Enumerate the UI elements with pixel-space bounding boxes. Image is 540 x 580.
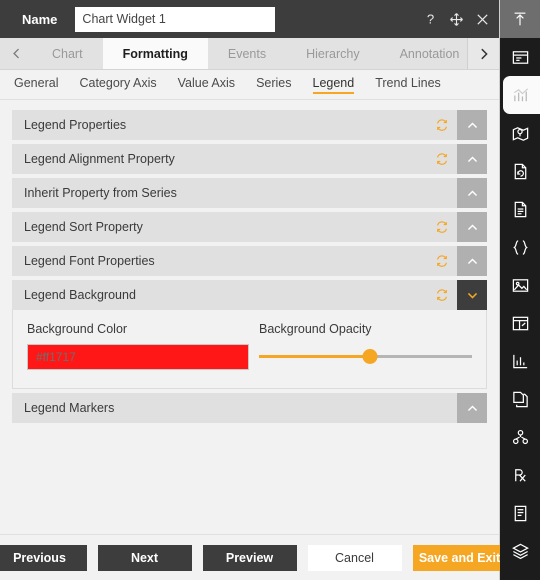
window-controls: ? <box>422 0 491 38</box>
background-color-input[interactable]: #ff1717 <box>27 344 249 370</box>
background-color-field: Background Color #ff1717 <box>27 322 259 370</box>
help-icon[interactable]: ? <box>422 11 439 28</box>
grid-icon[interactable] <box>500 570 540 580</box>
accordion-section-legend-alignment-property: Legend Alignment Property <box>12 144 487 174</box>
right-toolbar <box>500 0 540 580</box>
tab-formatting[interactable]: Formatting <box>102 38 208 69</box>
form-icon[interactable] <box>500 494 540 532</box>
chevron-up-icon[interactable] <box>457 178 487 208</box>
table-icon[interactable] <box>500 304 540 342</box>
tab-annotation[interactable]: Annotation <box>380 38 480 69</box>
accordion-title: Legend Alignment Property <box>24 152 175 166</box>
accordion-title: Inherit Property from Series <box>24 186 177 200</box>
hierarchy-icon[interactable] <box>500 418 540 456</box>
subtab-category-axis[interactable]: Category Axis <box>79 76 156 94</box>
image-icon[interactable] <box>500 266 540 304</box>
background-opacity-field: Background Opacity <box>259 322 472 370</box>
name-label: Name <box>22 11 58 27</box>
collapse-up-icon[interactable] <box>500 0 540 38</box>
accordion-header[interactable]: Legend Font Properties <box>12 246 487 276</box>
preview-button[interactable]: Preview <box>202 544 297 571</box>
previous-button[interactable]: Previous <box>0 544 87 571</box>
prescription-icon[interactable] <box>500 456 540 494</box>
tab-chart[interactable]: Chart <box>32 38 103 69</box>
reset-icon[interactable] <box>427 110 457 140</box>
legend-settings-body: Legend Properties Legend Alignment Prope… <box>0 100 499 534</box>
legend-accordion: Legend Properties Legend Alignment Prope… <box>12 110 487 423</box>
accordion-title: Legend Font Properties <box>24 254 155 268</box>
main-panel: Name ? <box>0 0 507 580</box>
reset-icon[interactable] <box>427 280 457 310</box>
title-bar: Name ? <box>0 0 499 38</box>
chevron-up-icon[interactable] <box>457 212 487 242</box>
reset-icon[interactable] <box>427 144 457 174</box>
accordion-header[interactable]: Inherit Property from Series <box>12 178 487 208</box>
chevron-down-icon[interactable] <box>457 280 487 310</box>
chevron-up-icon[interactable] <box>457 393 487 423</box>
subtab-series[interactable]: Series <box>256 76 291 94</box>
cancel-button[interactable]: Cancel <box>307 544 402 571</box>
accordion-section-inherit-property-from-series: Inherit Property from Series <box>12 178 487 208</box>
primary-tab-bar: Chart Formatting Events Hierarchy Annota… <box>0 38 499 70</box>
accordion-section-legend-sort-property: Legend Sort Property <box>12 212 487 242</box>
accordion-title: Legend Properties <box>24 118 127 132</box>
code-braces-icon[interactable] <box>500 228 540 266</box>
accordion-section-legend-properties: Legend Properties <box>12 110 487 140</box>
accordion-header[interactable]: Legend Alignment Property <box>12 144 487 174</box>
chart-icon[interactable] <box>503 76 540 114</box>
chevron-up-icon[interactable] <box>457 110 487 140</box>
move-icon[interactable] <box>448 11 465 28</box>
bar-graph-icon[interactable] <box>500 342 540 380</box>
accordion-header[interactable]: Legend Sort Property <box>12 212 487 242</box>
accordion-section-legend-font-properties: Legend Font Properties <box>12 246 487 276</box>
dialog-footer: Previous Next Preview Cancel Save and Ex… <box>0 534 507 580</box>
subtab-trend-lines[interactable]: Trend Lines <box>375 76 441 94</box>
tabs-scroll-left-button[interactable] <box>0 38 32 69</box>
accordion-header[interactable]: Legend Properties <box>12 110 487 140</box>
close-icon[interactable] <box>474 11 491 28</box>
background-opacity-label: Background Opacity <box>259 322 372 336</box>
accordion-header[interactable]: Legend Markers <box>12 393 487 423</box>
next-button[interactable]: Next <box>97 544 192 571</box>
subtab-legend[interactable]: Legend <box>312 76 355 94</box>
accordion-title: Legend Markers <box>24 401 115 415</box>
svg-text:?: ? <box>427 12 434 26</box>
tabs-container: Chart Formatting Events Hierarchy Annota… <box>32 38 467 69</box>
slider-thumb[interactable] <box>362 348 378 364</box>
background-color-label: Background Color <box>27 322 128 336</box>
subtab-general[interactable]: General <box>14 76 58 94</box>
accordion-title: Legend Sort Property <box>24 220 143 234</box>
tab-events[interactable]: Events <box>208 38 286 69</box>
document-refresh-icon[interactable] <box>500 152 540 190</box>
copy-page-icon[interactable] <box>500 380 540 418</box>
map-icon[interactable] <box>500 114 540 152</box>
save-and-exit-button[interactable]: Save and Exit <box>412 544 507 571</box>
widget-name-input[interactable] <box>75 6 276 32</box>
widget-configuration-dialog: Name ? <box>0 0 540 580</box>
chevron-up-icon[interactable] <box>457 144 487 174</box>
layers-icon[interactable] <box>500 532 540 570</box>
widget-panel-icon[interactable] <box>500 38 540 76</box>
document-icon[interactable] <box>500 190 540 228</box>
reset-icon[interactable] <box>427 246 457 276</box>
tabs-scroll-right-button[interactable] <box>467 38 499 69</box>
background-opacity-slider[interactable] <box>259 346 472 366</box>
formatting-subtab-bar: General Category Axis Value Axis Series … <box>0 70 499 100</box>
accordion-section-legend-background: Legend Background Background Color #ff17… <box>12 280 487 389</box>
accordion-title: Legend Background <box>24 288 136 302</box>
tab-hierarchy[interactable]: Hierarchy <box>286 38 380 69</box>
accordion-header[interactable]: Legend Background <box>12 280 487 310</box>
subtab-value-axis[interactable]: Value Axis <box>178 76 235 94</box>
chevron-up-icon[interactable] <box>457 246 487 276</box>
reset-icon[interactable] <box>427 212 457 242</box>
accordion-section-legend-markers: Legend Markers <box>12 393 487 423</box>
slider-fill <box>259 354 370 358</box>
legend-background-panel: Background Color #ff1717 Background Opac… <box>12 310 487 389</box>
